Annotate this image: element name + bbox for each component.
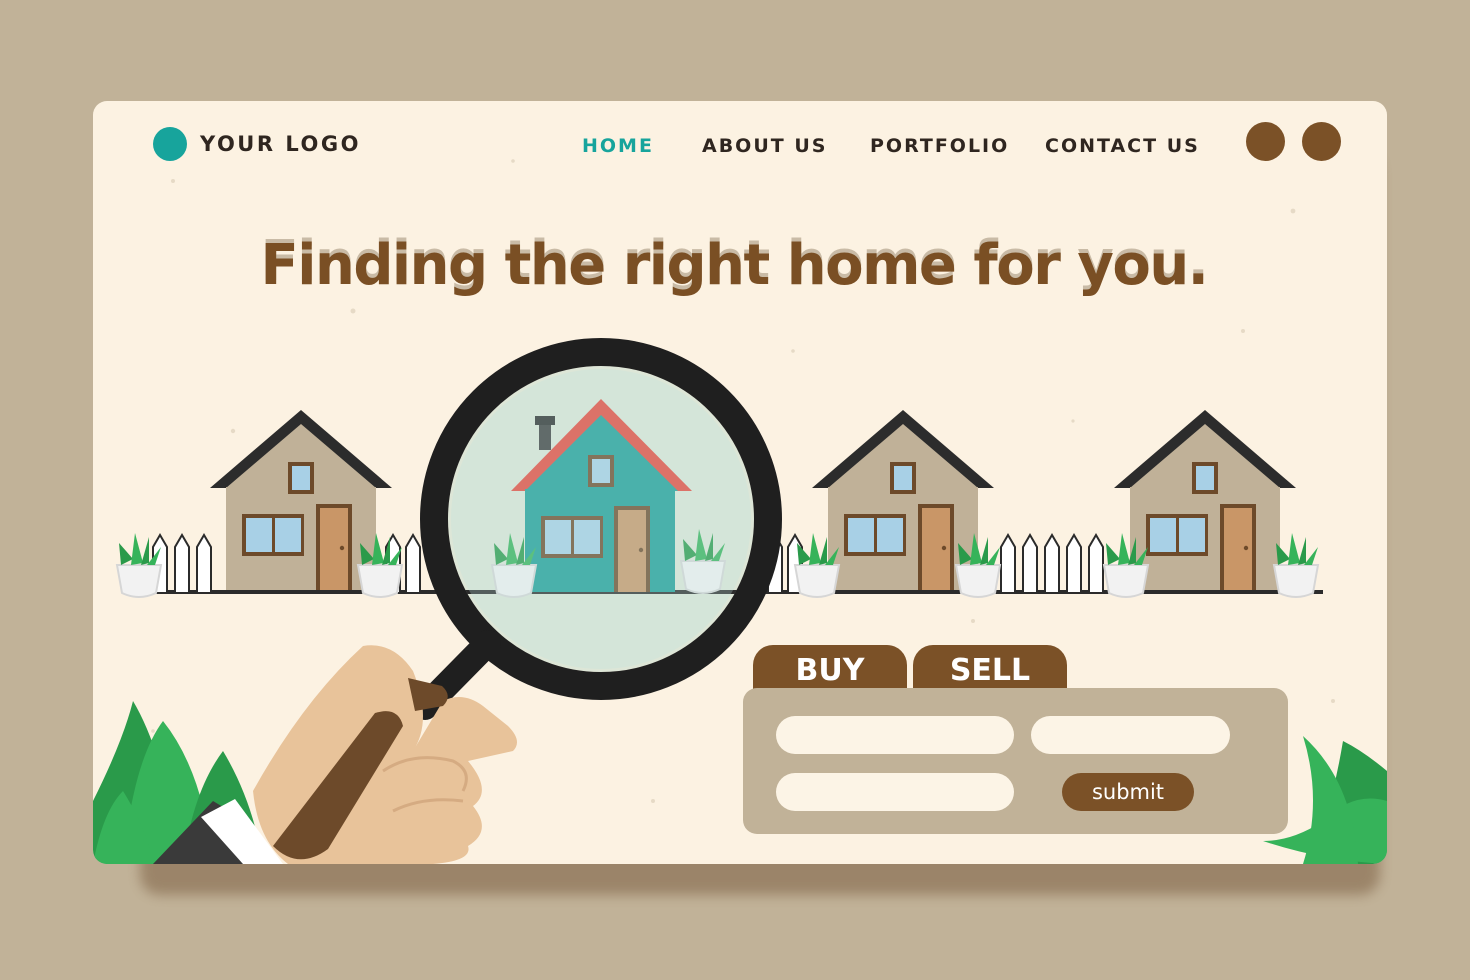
tab-buy[interactable]: BUY <box>753 645 907 691</box>
landing-page-card: YOUR LOGO HOME ABOUT US PORTFOLIO CONTAC… <box>93 101 1387 864</box>
search-field-1[interactable] <box>776 716 1014 754</box>
search-field-3[interactable] <box>776 773 1014 811</box>
logo-mark-icon <box>153 127 187 161</box>
house-icon <box>812 410 994 590</box>
submit-button[interactable]: submit <box>1062 773 1194 811</box>
nav-portfolio[interactable]: PORTFOLIO <box>870 135 1009 157</box>
magnifying-glass-icon <box>412 338 782 720</box>
circle-button[interactable] <box>1302 122 1341 161</box>
potted-plant-icon <box>1273 532 1319 598</box>
circle-button[interactable] <box>1246 122 1285 161</box>
nav-home[interactable]: HOME <box>582 135 654 157</box>
logo[interactable]: YOUR LOGO <box>153 127 361 161</box>
nav-about-us[interactable]: ABOUT US <box>702 135 827 157</box>
search-form-panel: submit <box>743 688 1288 834</box>
potted-plant-icon <box>116 532 162 598</box>
tab-sell[interactable]: SELL <box>913 645 1067 691</box>
hero-headline: Finding the right home for you. <box>260 233 1209 298</box>
nav-contact-us[interactable]: CONTACT US <box>1045 135 1200 157</box>
search-field-2[interactable] <box>1031 716 1230 754</box>
logo-text: YOUR LOGO <box>200 132 361 156</box>
